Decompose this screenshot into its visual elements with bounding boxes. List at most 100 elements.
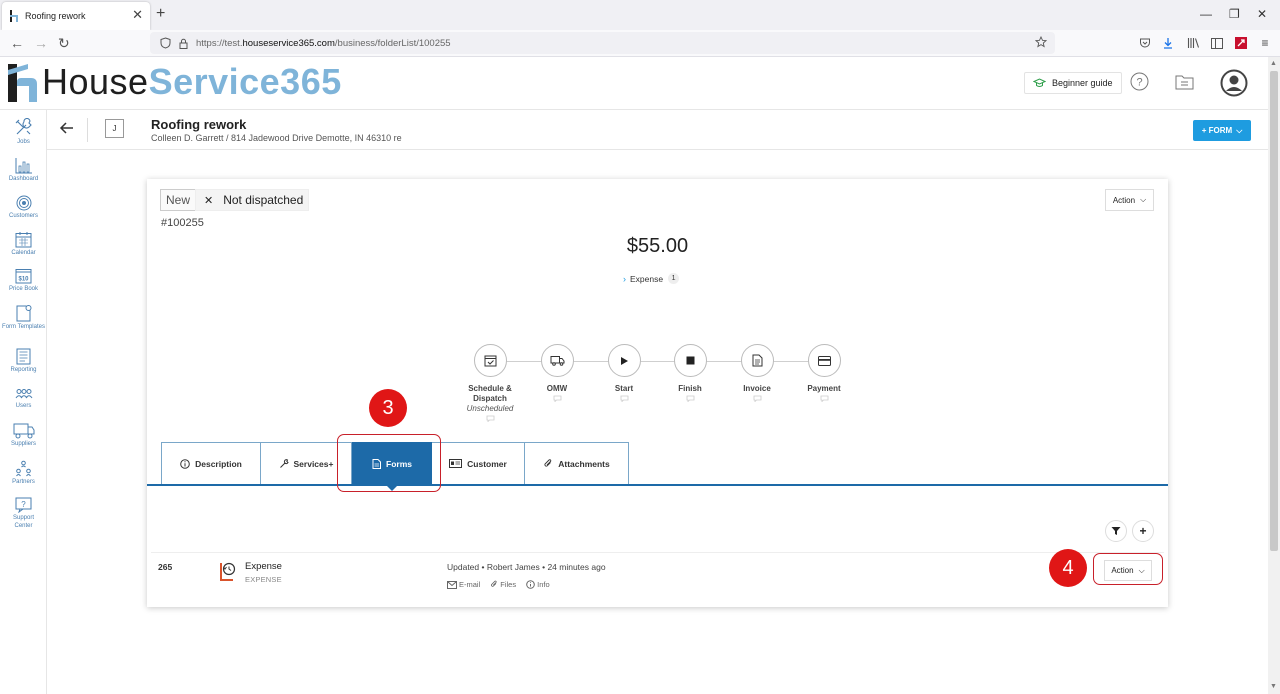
sidebar-item-support-center[interactable]: ? Support Center [0,497,47,530]
svg-text:?: ? [1136,77,1142,89]
tab-attachments-label: Attachments [558,458,610,469]
logo-h-icon [8,64,37,102]
back-icon[interactable]: ← [10,35,24,51]
forward-icon[interactable]: → [34,35,48,51]
houseservice-logo[interactable]: HouseService365 [6,62,342,102]
envelope-icon [447,580,457,589]
restore-icon[interactable]: ❐ [1229,8,1240,20]
sidebar-label-dashboard: Dashboard [8,176,39,182]
filter-button[interactable] [1105,520,1127,542]
sidebar-item-dashboard[interactable]: Dashboard [0,157,47,184]
sidebar-item-users[interactable]: Users [0,388,47,411]
sidebar-label-suppliers: Suppliers [10,441,36,447]
library-icon[interactable] [1186,36,1200,50]
sidebar-label-support-center: Support Center [12,515,34,529]
form-templates-icon [16,305,32,322]
sidebar-label-price-book: Price Book [8,286,38,292]
comment-bubble-icon[interactable] [620,395,629,402]
sidebar-item-jobs[interactable]: Jobs [0,118,47,147]
tabs-underline [147,484,1168,486]
comment-bubble-icon[interactable] [486,415,495,422]
sidebar-item-reporting[interactable]: Reporting [0,348,47,375]
beginner-guide-button[interactable]: Beginner guide [1024,72,1122,94]
extension-icon[interactable] [1234,36,1248,50]
workflow-label-invoice: Invoice [743,384,771,393]
browser-tab[interactable]: Roofing rework ✕ [2,2,150,30]
add-form-button[interactable]: + FORM ⌵ [1193,120,1251,141]
users-icon [15,389,32,399]
email-link[interactable]: E-mail [447,580,480,589]
user-avatar-icon[interactable] [1220,69,1248,102]
scroll-down-icon[interactable]: ▼ [1270,683,1277,690]
forms-tab-highlight [337,434,441,492]
form-row-id: 265 [158,562,173,572]
add-form-label: + FORM [1201,126,1233,135]
job-total-price: $55.00 [626,235,689,257]
workflow-label-schedule: Schedule & Dispatch [468,384,512,403]
back-arrow-icon[interactable] [59,120,75,141]
info-link[interactable]: Info [526,580,550,589]
expense-form-icon [220,562,236,581]
play-icon [607,344,641,377]
tab-description[interactable]: Description [161,442,261,484]
id-card-icon [449,459,463,468]
form-row-name[interactable]: Expense [245,561,282,572]
expense-toggle[interactable]: › Expense 1 [623,273,680,284]
job-action-button[interactable]: Action ⌵ [1105,189,1154,211]
tab-description-label: Description [195,458,242,469]
page-scrollbar[interactable]: ▲ ▼ [1268,57,1280,694]
logo-service-text: Service365 [148,61,342,102]
minimize-icon[interactable]: — [1200,8,1212,20]
browser-tab-bar: Roofing rework ✕ + — ❐ ✕ [0,0,1280,30]
add-item-button[interactable]: + [1132,520,1154,542]
close-tab-icon[interactable]: ✕ [132,8,143,22]
job-initial-badge: J [105,119,124,138]
bookmark-star-icon[interactable] [1034,35,1048,51]
sidebar-item-calendar[interactable]: Calendar [0,231,47,258]
chevron-down-icon: ⌵ [1236,125,1243,135]
tab-customer[interactable]: Customer [432,442,525,484]
scroll-thumb[interactable] [1270,71,1278,551]
address-bar[interactable]: https://test.houseservice365.com/busines… [150,32,1055,54]
menu-icon[interactable]: ≡ [1258,36,1272,50]
sidebar-item-price-book[interactable]: $10 Price Book [0,267,47,294]
sidebar-item-form-templates[interactable]: Form Templates [0,304,47,332]
folder-icon[interactable] [1175,74,1194,95]
report-icon [16,348,31,365]
paperclip-icon [544,459,552,467]
chevron-down-icon: ⌵ [1140,195,1147,204]
comment-bubble-icon[interactable] [753,395,762,402]
lock-icon[interactable] [179,38,188,49]
new-tab-icon[interactable]: + [156,6,165,22]
tab-customer-label: Customer [467,458,507,469]
comment-bubble-icon[interactable] [686,395,695,402]
sidebar-item-customers[interactable]: Customers [0,195,47,221]
chevron-right-icon: › [623,273,626,284]
form-list-row[interactable]: 265 Expense EXPENSE Updated • Robert Jam… [151,552,1164,604]
reload-icon[interactable]: ↻ [58,35,70,51]
scroll-up-icon[interactable]: ▲ [1270,60,1277,67]
sidebar-item-partners[interactable]: Partners [0,460,47,487]
help-circle-icon[interactable]: ? [1130,72,1149,96]
plus-icon: + [1139,524,1147,538]
url-text: https://test.houseservice365.com/busines… [196,37,451,49]
sidebar-label-jobs: Jobs [17,139,30,145]
workflow-label-finish: Finish [678,384,702,393]
shield-icon[interactable] [160,37,171,49]
pocket-icon[interactable] [1138,36,1152,50]
close-window-icon[interactable]: ✕ [1257,8,1267,20]
sidebar-item-suppliers[interactable]: Suppliers [0,422,47,449]
beginner-guide-label: Beginner guide [1052,78,1113,88]
workflow-sub-schedule: Unscheduled [466,404,514,413]
tab-attachments[interactable]: Attachments [525,442,629,484]
download-icon[interactable] [1161,36,1175,50]
files-link[interactable]: Files [490,580,516,589]
sidebar-toggle-icon[interactable] [1210,36,1224,50]
sidebar-label-form-templates: Form Templates [2,324,45,330]
comment-bubble-icon[interactable] [553,395,562,402]
wrench-icon [279,458,289,468]
form-row-updated: Updated • Robert James • 24 minutes ago [447,562,606,572]
workflow-step-payment[interactable]: Payment [784,344,864,402]
truck-icon [540,344,574,377]
comment-bubble-icon[interactable] [820,395,829,402]
